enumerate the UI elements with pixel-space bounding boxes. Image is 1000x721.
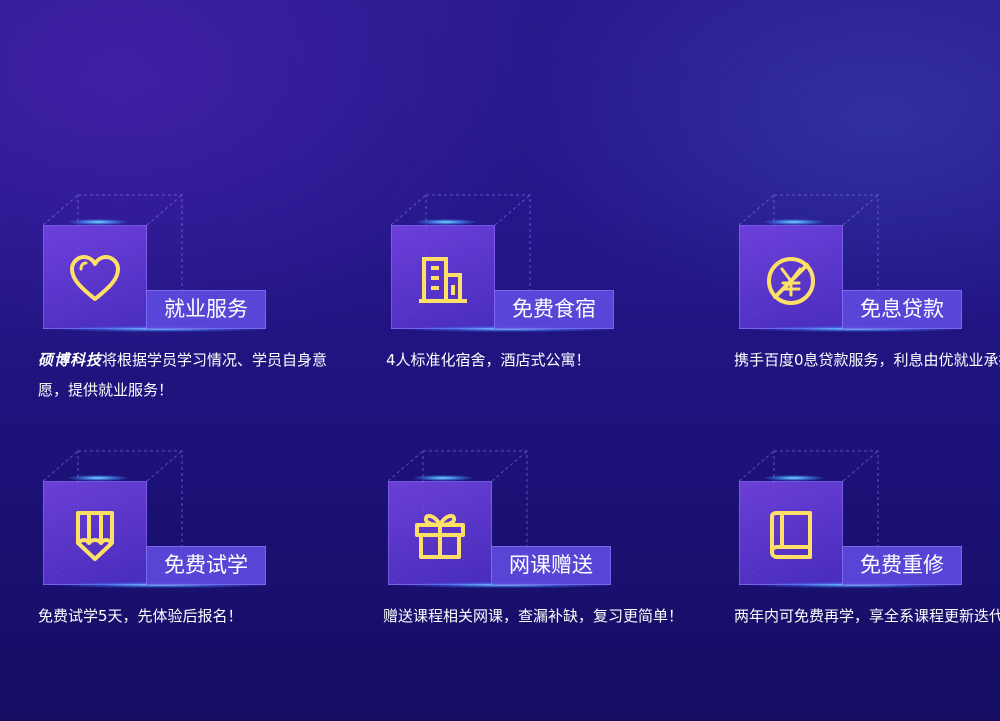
- feature-description-text: 免费试学5天，先体验后报名！: [38, 607, 243, 625]
- feature-cube: 免费重修: [734, 449, 974, 599]
- cube-top-glow: [764, 475, 824, 481]
- book-icon: [764, 509, 818, 563]
- cube-top-glow: [413, 475, 473, 481]
- feature-card-retake: 免费重修 两年内可免费再学，享全系课程更新迭代！: [734, 449, 1000, 689]
- feature-description-text: 两年内可免费再学，享全系课程更新迭代！: [734, 607, 1000, 625]
- feature-description-text: 赠送课程相关网课，查漏补缺，复习更简单！: [383, 607, 684, 625]
- feature-cube: 网课赠送: [383, 449, 623, 599]
- feature-title: 免息贷款: [842, 290, 962, 329]
- cube-top-glow: [416, 219, 476, 225]
- feature-cube: 就业服务: [38, 193, 278, 343]
- feature-description: 两年内可免费再学，享全系课程更新迭代！: [734, 601, 1000, 631]
- feature-card-loan: 免息贷款 携手百度0息贷款服务，利息由优就业承担！: [734, 193, 1000, 433]
- feature-description: 免费试学5天，先体验后报名！: [38, 601, 338, 631]
- feature-cube: 免费食宿: [386, 193, 626, 343]
- gift-icon: [413, 509, 467, 563]
- feature-cube: 免费试学: [38, 449, 278, 599]
- feature-card-employment: 就业服务 硕博科技将根据学员学习情况、学员自身意愿，提供就业服务！: [38, 193, 368, 433]
- feature-title: 免费试学: [146, 546, 266, 585]
- pencil-icon: [68, 509, 122, 563]
- feature-cube: 免息贷款: [734, 193, 974, 343]
- feature-description: 4人标准化宿舍，酒店式公寓！: [386, 345, 686, 375]
- cube-top-glow: [68, 219, 128, 225]
- feature-title: 就业服务: [146, 290, 266, 329]
- building-icon: [416, 253, 470, 307]
- feature-title: 免费食宿: [494, 290, 614, 329]
- no-interest-yen-icon: [764, 253, 818, 307]
- feature-description: 赠送课程相关网课，查漏补缺，复习更简单！: [383, 601, 683, 631]
- brand-name: 硕博科技: [38, 351, 103, 369]
- heart-icon: [68, 253, 122, 307]
- feature-card-accommodation: 免费食宿 4人标准化宿舍，酒店式公寓！: [386, 193, 716, 433]
- feature-description-text: 携手百度0息贷款服务，利息由优就业承担！: [734, 351, 1000, 369]
- cube-top-glow: [764, 219, 824, 225]
- feature-card-free-trial: 免费试学 免费试学5天，先体验后报名！: [38, 449, 368, 689]
- cube-top-glow: [68, 475, 128, 481]
- feature-title: 网课赠送: [491, 546, 611, 585]
- feature-description: 硕博科技将根据学员学习情况、学员自身意愿，提供就业服务！: [38, 345, 338, 405]
- feature-description: 携手百度0息贷款服务，利息由优就业承担！: [734, 345, 1000, 375]
- feature-title: 免费重修: [842, 546, 962, 585]
- feature-description-text: 4人标准化宿舍，酒店式公寓！: [386, 351, 591, 369]
- feature-card-online-course: 网课赠送 赠送课程相关网课，查漏补缺，复习更简单！: [383, 449, 713, 689]
